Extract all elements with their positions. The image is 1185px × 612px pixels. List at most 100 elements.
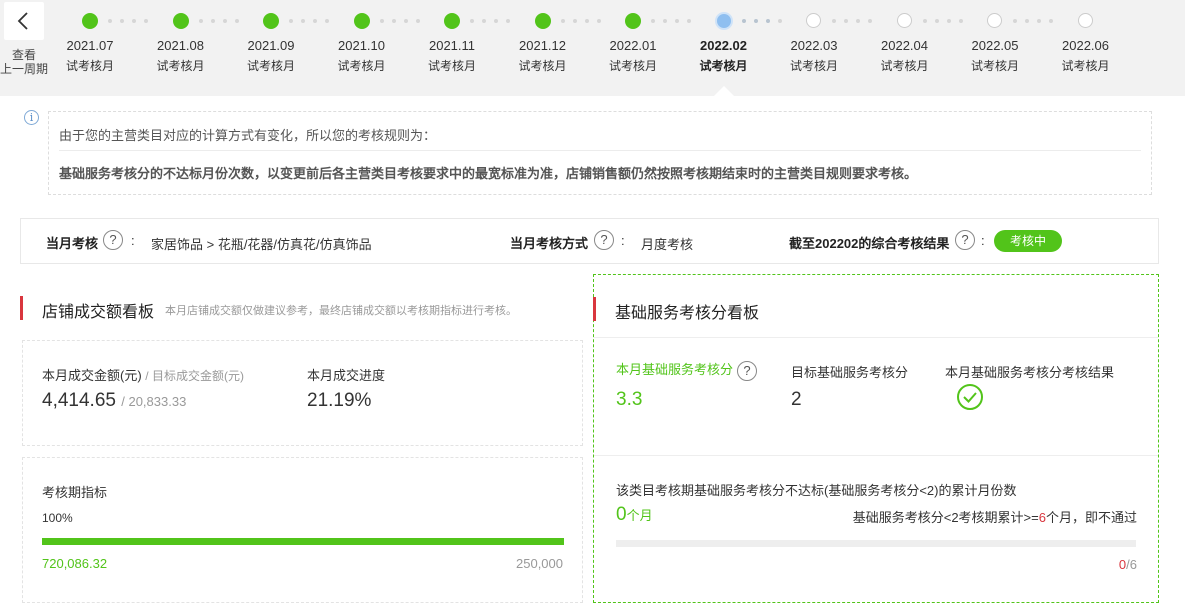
info-icon: i	[24, 110, 39, 125]
monthly-progress-value: 21.19%	[307, 390, 372, 411]
category-help-icon[interactable]: ?	[103, 230, 123, 250]
fail-months-label: 该类目考核期基础服务考核分不达标(基础服务考核分<2)的累计月份数	[616, 483, 1017, 498]
timeline-track: 2021.07 试考核月 2021.08 试考核月 2021.09 试考核月 2021.10…	[48, 0, 1185, 96]
previous-cycle[interactable]: 查看 上一周期	[0, 0, 48, 96]
timeline-separator-dot	[584, 19, 589, 23]
timeline-separator-dot	[596, 19, 601, 23]
timeline-separator-dot	[391, 19, 396, 23]
fail-progress-bar	[616, 540, 1136, 547]
score-help-icon[interactable]: ?	[737, 360, 758, 381]
notice-intro: 由于您的主营类目对应的计算方式有变化，所以您的考核规则为：	[59, 128, 437, 143]
timeline-node	[625, 13, 641, 29]
timeline-separator-dot	[415, 19, 420, 23]
timeline-node	[806, 13, 821, 28]
divider	[594, 455, 1158, 456]
result-help-icon[interactable]: ?	[955, 230, 975, 250]
period-progress-bar	[42, 538, 564, 545]
check-circle-icon	[957, 384, 983, 410]
timeline-node	[172, 13, 189, 29]
timeline-separator-dot	[753, 19, 758, 23]
timeline-separator-dot	[313, 19, 317, 23]
timeline-separator-dot	[494, 19, 498, 23]
timeline-separator-dot	[934, 19, 939, 23]
timeline-month: 2021.12	[519, 38, 566, 53]
method-value: 月度考核	[641, 237, 694, 252]
service-board-title: 基础服务考核分看板	[615, 305, 760, 322]
sales-board-note: 本月店铺成交额仅做建议参考，最终店铺成交额以考核期指标进行考核。	[165, 305, 517, 317]
timeline-separator-dot	[210, 19, 215, 23]
timeline-separator-dot	[946, 19, 951, 23]
category-value: 家居饰品 > 花瓶/花器/仿真花/仿真饰品	[151, 237, 372, 252]
timeline-month: 2022.04	[881, 38, 928, 53]
period-timeline: 查看 上一周期 2021.07 试考核月 2021.08 试考核月 2021.09 试考核…	[0, 0, 1185, 96]
period-percent: 100%	[42, 511, 73, 525]
timeline-month: 2021.07	[66, 38, 114, 53]
timeline-node	[444, 13, 460, 29]
timeline-month: 2021.09	[247, 38, 295, 53]
service-score-board: 基础服务考核分看板 本月基础服务考核分? 3.3 目标基础服务考核分 2 本月基…	[593, 274, 1159, 603]
notice-rule: 基础服务考核分的不达标月份次数，以变更前后各主营类目考核要求中的最宽标准为准，店…	[59, 166, 918, 181]
sales-board-header: 店铺成交额看板 本月店铺成交额仅做建议参考，最终店铺成交额以考核期指标进行考核。	[20, 296, 580, 321]
timeline-separator-dot	[301, 19, 305, 23]
service-board-header: 基础服务考核分看板	[593, 297, 1093, 322]
rule-notice: 由于您的主营类目对应的计算方式有变化，所以您的考核规则为： 基础服务考核分的不达…	[48, 111, 1152, 195]
timeline-status: 试考核月	[518, 59, 567, 73]
timeline-separator-dot	[1013, 19, 1017, 23]
status-badge: 考核中	[994, 230, 1062, 252]
fail-rule-text: 基础服务考核分<2考核期累计>=6个月，即不通过	[852, 510, 1137, 525]
monthly-amount-label: 本月成交金额(元) / 目标成交金额(元)	[42, 368, 244, 383]
method-label: 当月考核方式	[510, 236, 589, 251]
timeline-separator-dot	[560, 19, 565, 23]
timeline-status: 试考核月	[427, 59, 476, 73]
score-value: 3.3	[616, 389, 643, 410]
timeline-separator-dot	[132, 19, 136, 23]
timeline-node	[263, 13, 279, 29]
timeline-node	[987, 13, 1002, 28]
timeline-status: 试考核月	[156, 59, 205, 73]
period-current-value: 720,086.32	[42, 556, 108, 571]
timeline-node	[1077, 13, 1093, 28]
period-progress-fill	[42, 538, 564, 545]
timeline-status: 试考核月	[970, 59, 1019, 73]
timeline-separator-dot	[741, 19, 746, 23]
timeline-separator-dot	[777, 19, 782, 23]
period-target-label: 考核期指标	[42, 485, 108, 500]
timeline-separator-dot	[198, 19, 203, 23]
timeline-month: 2022.03	[790, 38, 838, 53]
back-label[interactable]: 查看 上一周期	[0, 48, 48, 76]
timeline-separator-dot	[289, 19, 293, 23]
timeline-separator-dot	[765, 19, 770, 23]
timeline-separator-dot	[1025, 19, 1029, 23]
monthly-sales-card: 本月成交金额(元) / 目标成交金额(元) 4,414.65 / 20,833.…	[22, 340, 583, 446]
chevron-left-icon	[17, 12, 28, 30]
timeline-status: 试考核月	[699, 59, 748, 73]
timeline-month: 2022.02	[700, 38, 747, 53]
timeline-separator-dot	[572, 19, 577, 23]
timeline-node	[896, 13, 912, 28]
timeline-separator-dot	[108, 19, 112, 23]
current-pointer	[713, 86, 734, 96]
timeline-separator-dot	[856, 19, 860, 23]
timeline-month: 2021.11	[428, 38, 476, 53]
timeline-separator-dot	[844, 19, 848, 23]
timeline-node	[353, 13, 370, 29]
method-help-icon[interactable]: ?	[594, 230, 614, 250]
timeline-separator-dot	[868, 19, 872, 23]
period-target-value: 250,000	[516, 556, 563, 571]
divider	[594, 337, 1158, 338]
assessment-info-bar: 当月考核 ? : 家居饰品 > 花瓶/花器/仿真花/仿真饰品 当月考核方式 ? …	[20, 218, 1159, 264]
timeline-separator-dot	[403, 19, 408, 23]
timeline-node	[82, 13, 98, 29]
result-label: 截至202202的综合考核结果	[789, 236, 950, 251]
timeline-separator-dot	[222, 19, 227, 23]
timeline-status: 试考核月	[246, 59, 295, 73]
back-button[interactable]	[4, 2, 44, 40]
timeline-separator-dot	[958, 19, 963, 23]
timeline-status: 试考核月	[880, 59, 929, 73]
monthly-progress-label: 本月成交进度	[307, 368, 386, 383]
timeline-separator-dot	[325, 19, 329, 23]
timeline-separator-dot	[1037, 19, 1041, 23]
timeline-separator-dot	[379, 19, 384, 23]
timeline-month: 2021.10	[338, 38, 385, 53]
timeline-separator-dot	[675, 19, 679, 23]
